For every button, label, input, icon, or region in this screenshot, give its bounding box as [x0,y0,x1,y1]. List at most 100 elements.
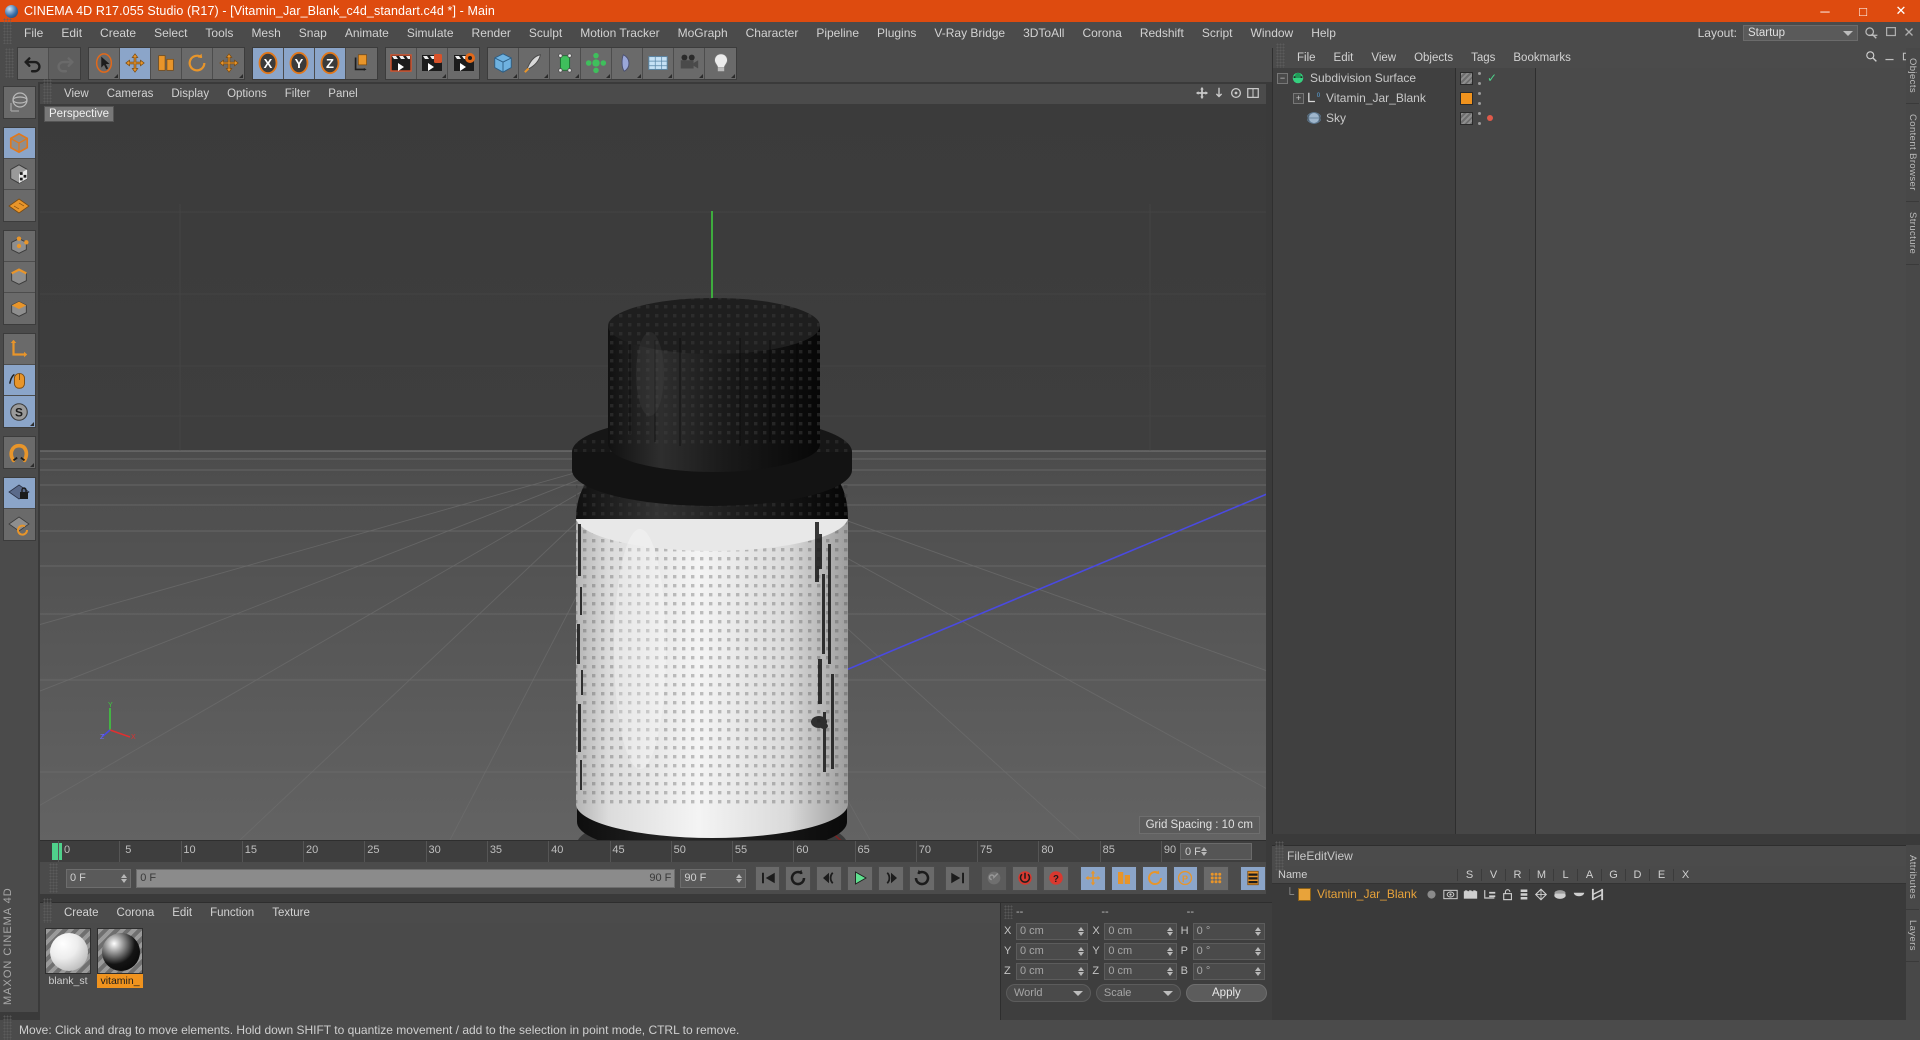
material-item[interactable]: blank_st [45,928,91,1016]
tree-expand-toggle[interactable] [1293,113,1304,124]
attribute-menu-item-view[interactable]: View [1327,849,1353,863]
coordinate-rotation-field[interactable]: 0 ° [1192,962,1265,980]
spinner-icon[interactable] [1200,847,1207,856]
object-tree[interactable]: − Subdivision Surface +0 Vitamin_Jar_Blank S… [1273,68,1456,834]
viewport-3d-canvas[interactable]: Perspective Y X Z Grid Spacing: 10 cm [40,104,1266,840]
menu-item-animate[interactable]: Animate [336,22,398,44]
material-menu-item-create[interactable]: Create [55,903,108,923]
spinner-icon[interactable] [1078,966,1085,976]
attribute-column-s[interactable]: S [1457,868,1481,881]
go-to-start-button[interactable] [754,865,781,891]
cube-primitive-button[interactable] [488,47,519,79]
world-object-coordinate-button[interactable] [346,47,377,79]
bend-deformer-button[interactable] [612,47,643,79]
attribute-column-d[interactable]: D [1625,868,1649,881]
material-preview[interactable] [97,928,143,974]
material-item[interactable]: vitamin_ [97,928,143,1016]
viewport-menu-item-filter[interactable]: Filter [276,84,320,104]
right-tab-objects[interactable]: Objects [1906,48,1919,105]
array-deformer-button[interactable] [581,47,612,79]
point-mode-button[interactable] [3,231,35,262]
timeline-view-button[interactable] [1240,865,1267,891]
tree-expand-toggle[interactable]: − [1277,72,1288,84]
go-to-previous-key-button[interactable] [785,865,812,891]
nurbs-generator-button[interactable] [550,47,581,79]
start-frame-field[interactable]: 0 F [66,868,132,888]
autokeying-button[interactable] [1012,865,1039,891]
viewport-solo-single-button[interactable] [3,365,35,396]
object-tag-column[interactable]: ✓ [1456,68,1536,834]
attribute-column-e[interactable]: E [1649,868,1673,881]
play-button[interactable] [847,865,873,891]
scale-snap-button[interactable]: S [3,396,35,427]
deformer-icon[interactable] [1553,888,1567,901]
object-tree-row[interactable]: − Subdivision Surface [1273,68,1455,88]
polygon-mode-button[interactable] [3,293,35,324]
move-alt-tool-button[interactable] [213,47,244,79]
coordinate-rotation-field[interactable]: 0 ° [1192,942,1265,960]
attribute-column-x[interactable]: X [1673,868,1697,881]
menu-item-tools[interactable]: Tools [196,22,242,44]
attribute-column-g[interactable]: G [1601,868,1625,881]
edge-mode-button[interactable] [3,262,35,293]
render-to-picture-viewer-button[interactable] [417,47,448,79]
viewport-menu-item-options[interactable]: Options [218,84,276,104]
render-view-button[interactable] [386,47,417,79]
solo-icon[interactable] [1425,888,1438,901]
menu-item-script[interactable]: Script [1193,22,1242,44]
visibility-dots-icon[interactable] [1478,91,1482,105]
z-axis-lock-button[interactable]: Z [315,47,346,79]
menu-item-create[interactable]: Create [91,22,145,44]
coordinate-rotation-field[interactable]: 0 ° [1192,922,1265,940]
spinner-icon[interactable] [121,873,128,883]
record-pla-button[interactable] [1203,865,1230,891]
viewport-menu-item-cameras[interactable]: Cameras [98,84,163,104]
record-scale-button[interactable] [1110,865,1137,891]
lock-workplane-button[interactable] [3,478,35,509]
floor-environment-button[interactable] [643,47,674,79]
menu-item-snap[interactable]: Snap [290,22,336,44]
attribute-column-r[interactable]: R [1505,868,1529,881]
menu-item-edit[interactable]: Edit [52,22,91,44]
animation-icon[interactable] [1519,888,1529,901]
spinner-icon[interactable] [735,873,742,883]
render-icon[interactable] [1463,888,1478,901]
coordinate-size-field[interactable]: 0 cm [1104,942,1177,960]
unlock-icon[interactable] [1502,888,1514,901]
attribute-row[interactable]: └ Vitamin_Jar_Blank [1272,884,1906,904]
generator-icon[interactable] [1534,887,1548,901]
light-button[interactable] [705,47,736,79]
visibility-dots-icon[interactable] [1478,71,1482,85]
viewport-menu-item-display[interactable]: Display [162,84,218,104]
loop-button[interactable] [908,865,935,891]
attribute-column-a[interactable]: A [1577,868,1601,881]
record-position-button[interactable] [1080,865,1106,891]
coordinate-position-field[interactable]: 0 cm [1016,922,1089,940]
minimize-panel-icon[interactable] [1866,25,1880,39]
object-menu-item-objects[interactable]: Objects [1405,48,1462,68]
live-selection-tool-button[interactable] [89,47,120,79]
timeline-frame-field[interactable]: 0 F [1180,843,1252,860]
object-tree-row[interactable]: +0 Vitamin_Jar_Blank [1273,88,1455,108]
menu-item-character[interactable]: Character [737,22,808,44]
apply-button[interactable]: Apply [1185,984,1267,1002]
material-menu-item-texture[interactable]: Texture [263,903,319,923]
menu-item-corona[interactable]: Corona [1073,22,1130,44]
menu-item-redshift[interactable]: Redshift [1131,22,1193,44]
menu-item-help[interactable]: Help [1302,22,1345,44]
maximize-viewport-icon[interactable] [1246,86,1260,100]
layout-dropdown[interactable]: Startup [1743,25,1858,41]
scale-tool-button[interactable] [151,47,182,79]
rotate-tool-button[interactable] [182,47,213,79]
coordinate-position-field[interactable]: 0 cm [1016,942,1089,960]
camera-button[interactable] [674,47,705,79]
menu-item-simulate[interactable]: Simulate [398,22,463,44]
minimize-button[interactable]: ─ [1806,0,1844,22]
zoom-view-icon[interactable] [1212,86,1226,100]
object-menu-item-file[interactable]: File [1288,48,1325,68]
menu-item-mesh[interactable]: Mesh [242,22,289,44]
timeline-ticks[interactable]: 0 5 10 15 20 25 30 35 40 45 50 55 60 65 70 75 80 85 90 [52,841,1176,863]
attribute-menu-item-file[interactable]: File [1287,849,1306,863]
menu-item-pipeline[interactable]: Pipeline [807,22,868,44]
go-to-end-button[interactable] [944,865,971,891]
